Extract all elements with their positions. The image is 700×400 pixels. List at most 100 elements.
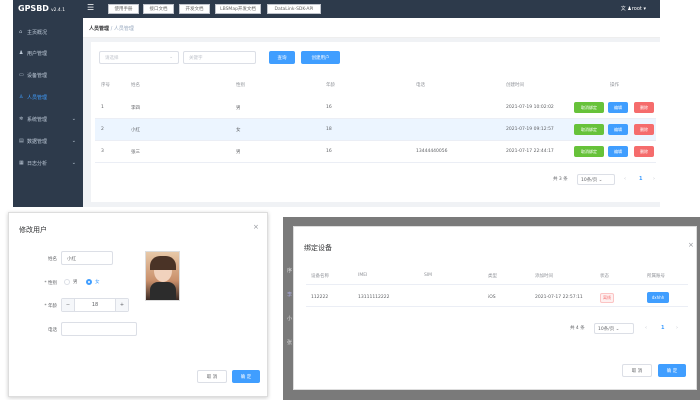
unbind-button[interactable]: 取消绑定 — [574, 146, 604, 157]
dialog-title: 绑定设备 — [304, 244, 332, 252]
gender-label: * 性别 — [44, 281, 57, 286]
translate-icon[interactable]: 文 — [621, 6, 626, 12]
page-size-select[interactable]: 10条/页 ⌄ — [594, 323, 634, 334]
table-row[interactable]: 112222 13111112222 iOS 2021-07-17 22:57:… — [306, 287, 688, 307]
col-header-gender: 性别 — [236, 83, 245, 88]
page-number[interactable]: 1 — [639, 176, 642, 182]
confirm-button[interactable]: 确 定 — [232, 370, 260, 383]
col-header-phone: 电话 — [416, 83, 425, 88]
age-stepper[interactable]: − 18 + — [61, 298, 129, 312]
minus-icon[interactable]: − — [62, 299, 75, 311]
main-app-window: GPSBD v2.4.1 ⌂ 主页概况 ♟ 用户管理 ▭ 设备管理 ♙ 人员管理 ✲ 系统管… — [13, 0, 660, 207]
next-page-icon[interactable]: › — [676, 325, 678, 331]
chevron-down-icon: ⌄ — [71, 116, 76, 122]
unbind-button[interactable]: 取消绑定 — [574, 124, 604, 135]
col-header-imei: IMEI — [358, 273, 368, 278]
unbind-button[interactable]: 取消绑定 — [574, 102, 604, 113]
breadcrumb-parent[interactable]: 人员管理 — [89, 26, 109, 32]
toplink-api-doc[interactable]: 接口文档 — [143, 4, 174, 14]
data-icon: ▤ — [19, 138, 24, 144]
gender-male-radio[interactable]: 男 — [64, 279, 78, 285]
phone-label: 电话 — [48, 328, 57, 333]
edit-user-dialog: 修改用户 × 姓名 小红 * 性别 男 女 * 年龄 − 18 + 电话 取 消… — [8, 212, 268, 397]
log-icon: ▦ — [19, 160, 24, 166]
filter-select[interactable]: 请选择 ⌄ — [99, 51, 179, 64]
col-header-added: 添加时间 — [535, 274, 553, 279]
sidebar-item-personnel[interactable]: ♙ 人员管理 — [13, 87, 83, 107]
close-icon[interactable]: × — [688, 241, 694, 249]
table-row[interactable]: 3 张三 男 16 13444440056 2021-07-17 22:44:1… — [95, 141, 656, 163]
sidebar-item-users[interactable]: ♟ 用户管理 — [13, 43, 83, 63]
delete-button[interactable]: 删除 — [634, 146, 654, 157]
col-header-created: 创建时间 — [506, 83, 524, 88]
edit-button[interactable]: 编辑 — [608, 146, 628, 157]
user-photo[interactable] — [145, 251, 180, 301]
user-icon: ♟ — [19, 50, 24, 56]
col-header-status: 状态 — [600, 274, 609, 279]
sidebar-item-system[interactable]: ✲ 系统管理 ⌄ — [13, 109, 83, 129]
bind-device-dialog: 绑定设备 × 设备名称 IMEI SIM 类型 添加时间 状态 所属账号 112… — [293, 226, 697, 390]
confirm-button[interactable]: 确 定 — [658, 364, 686, 377]
col-header-age: 年龄 — [326, 83, 335, 88]
user-menu[interactable]: 文 ♟root ▾ — [621, 5, 646, 12]
device-icon: ▭ — [19, 72, 24, 78]
col-header-type: 类型 — [488, 274, 497, 279]
pager-total: 共 4 条 — [570, 326, 585, 331]
dialog-title: 修改用户 — [19, 226, 47, 234]
col-header-sim: SIM — [424, 273, 433, 278]
delete-button[interactable]: 删除 — [634, 124, 654, 135]
caret-down-icon: ▾ — [643, 6, 646, 12]
sidebar-item-logs[interactable]: ▦ 日志分析 ⌄ — [13, 153, 83, 173]
top-bar: ☰ 使用手册 接口文档 开发文档 LBSMap开发文档 DataLink-SDK… — [83, 0, 660, 18]
account-bind-button[interactable]: dxhhh — [647, 292, 669, 303]
toplink-lbsmap-doc[interactable]: LBSMap开发文档 — [215, 4, 261, 14]
status-badge: 离线 — [600, 293, 614, 303]
col-header-device-name: 设备名称 — [311, 274, 329, 279]
prev-page-icon[interactable]: ‹ — [624, 176, 626, 182]
chevron-down-icon: ⌄ — [597, 178, 603, 183]
cancel-button[interactable]: 取 消 — [622, 364, 652, 377]
col-header-name: 姓名 — [131, 83, 140, 88]
edit-button[interactable]: 编辑 — [608, 124, 628, 135]
page-number[interactable]: 1 — [661, 325, 664, 331]
next-page-icon[interactable]: › — [653, 176, 655, 182]
person-icon: ♙ — [19, 94, 24, 100]
plus-icon[interactable]: + — [115, 299, 128, 311]
table-row[interactable]: 2 小红 女 18 2021-07-19 09:12:57 取消绑定 编辑 删除 — [95, 119, 656, 141]
home-icon: ⌂ — [19, 29, 23, 35]
pager-total: 共 3 条 — [553, 177, 568, 182]
menu-toggle-icon[interactable]: ☰ — [87, 3, 94, 12]
content-panel: 请选择 ⌄ 关键字 查询 创建用户 序号 姓名 性别 年龄 电话 创建时间 操作 … — [91, 42, 660, 202]
page-size-select[interactable]: 10条/页 ⌄ — [577, 174, 615, 185]
toplink-manual[interactable]: 使用手册 — [108, 4, 139, 14]
gender-female-radio[interactable]: 女 — [86, 279, 100, 285]
edit-button[interactable]: 编辑 — [608, 102, 628, 113]
chevron-down-icon: ⌄ — [71, 160, 76, 166]
table-row[interactable]: 1 李四 男 16 2021-07-19 10:02:02 取消绑定 编辑 删除 — [95, 97, 656, 119]
gear-icon: ✲ — [19, 116, 24, 122]
delete-button[interactable]: 删除 — [634, 102, 654, 113]
phone-input[interactable] — [61, 322, 137, 336]
breadcrumb: 人员管理 / 人员管理 — [83, 18, 660, 38]
toplink-dev-doc[interactable]: 开发文档 — [179, 4, 210, 14]
sidebar-item-devices[interactable]: ▭ 设备管理 — [13, 65, 83, 85]
sidebar-item-home[interactable]: ⌂ 主页概况 — [13, 22, 83, 42]
create-user-button[interactable]: 创建用户 — [301, 51, 340, 64]
sidebar: GPSBD v2.4.1 ⌂ 主页概况 ♟ 用户管理 ▭ 设备管理 ♙ 人员管理 ✲ 系统管… — [13, 0, 83, 207]
col-header-account: 所属账号 — [647, 274, 665, 279]
query-button[interactable]: 查询 — [269, 51, 295, 64]
sidebar-item-data[interactable]: ▤ 数据管理 ⌄ — [13, 131, 83, 151]
name-input[interactable]: 小红 — [61, 251, 113, 265]
col-header-actions: 操作 — [610, 83, 619, 88]
chevron-down-icon: ⌄ — [169, 55, 173, 60]
cancel-button[interactable]: 取 消 — [197, 370, 227, 383]
chevron-down-icon: ⌄ — [71, 138, 76, 144]
breadcrumb-current: 人员管理 — [113, 26, 134, 32]
col-header-no: 序号 — [101, 83, 110, 88]
toplink-sdk-api[interactable]: DataLink-SDK-API — [267, 4, 321, 14]
keyword-input[interactable]: 关键字 — [183, 51, 256, 64]
close-icon[interactable]: × — [253, 223, 259, 231]
age-label: * 年龄 — [44, 304, 57, 309]
prev-page-icon[interactable]: ‹ — [645, 325, 647, 331]
name-label: 姓名 — [48, 257, 57, 262]
